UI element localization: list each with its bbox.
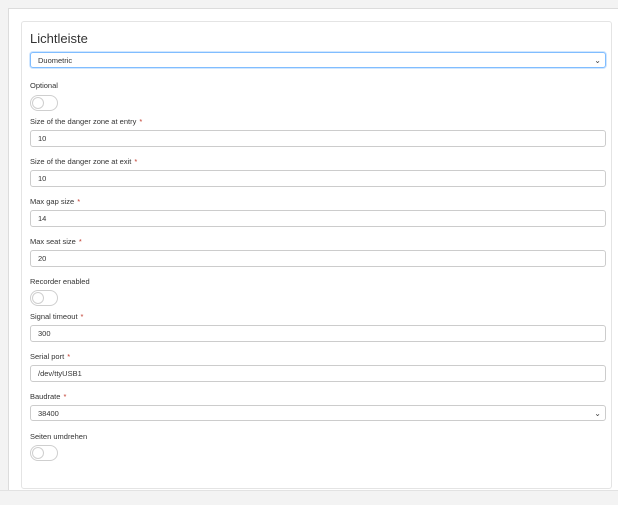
danger-entry-label: Size of the danger zone at entry * <box>30 117 143 126</box>
required-mark: * <box>134 157 138 166</box>
chevron-down-icon: ⌄ <box>594 56 601 65</box>
flip-toggle[interactable] <box>30 445 58 461</box>
page: Lichtleiste Duometric ⌄ Optional Size of… <box>8 8 618 505</box>
required-mark: * <box>139 117 143 126</box>
baudrate-label: Baudrate * <box>30 392 67 401</box>
required-mark: * <box>78 237 82 246</box>
max-seat-label: Max seat size * <box>30 237 82 246</box>
required-mark: * <box>77 197 81 206</box>
baudrate-select[interactable]: 38400 ⌄ <box>30 405 606 421</box>
chevron-down-icon: ⌄ <box>594 409 601 418</box>
lichtleiste-card: Lichtleiste Duometric ⌄ Optional Size of… <box>21 21 612 489</box>
recorder-label: Recorder enabled <box>30 277 90 286</box>
signal-timeout-input[interactable]: 300 <box>30 325 606 342</box>
serial-port-input[interactable]: /dev/ttyUSB1 <box>30 365 606 382</box>
toggle-knob <box>32 97 44 109</box>
flip-label: Seiten umdrehen <box>30 432 88 441</box>
max-gap-input[interactable]: 14 <box>30 210 606 227</box>
signal-timeout-label: Signal timeout * <box>30 312 84 321</box>
recorder-toggle[interactable] <box>30 290 58 306</box>
optional-label: Optional <box>30 81 58 90</box>
required-mark: * <box>80 312 84 321</box>
bottom-bar <box>0 490 618 505</box>
max-gap-label: Max gap size * <box>30 197 81 206</box>
required-mark: * <box>63 392 67 401</box>
serial-port-label: Serial port * <box>30 352 71 361</box>
baudrate-select-value: 38400 <box>38 409 59 418</box>
danger-exit-label: Size of the danger zone at exit * <box>30 157 138 166</box>
toggle-knob <box>32 447 44 459</box>
type-select[interactable]: Duometric ⌄ <box>30 52 606 68</box>
toggle-knob <box>32 292 44 304</box>
optional-toggle[interactable] <box>30 95 58 111</box>
type-select-value: Duometric <box>38 56 73 65</box>
danger-exit-input[interactable]: 10 <box>30 170 606 187</box>
required-mark: * <box>67 352 71 361</box>
card-title: Lichtleiste <box>30 31 88 46</box>
max-seat-input[interactable]: 20 <box>30 250 606 267</box>
danger-entry-input[interactable]: 10 <box>30 130 606 147</box>
